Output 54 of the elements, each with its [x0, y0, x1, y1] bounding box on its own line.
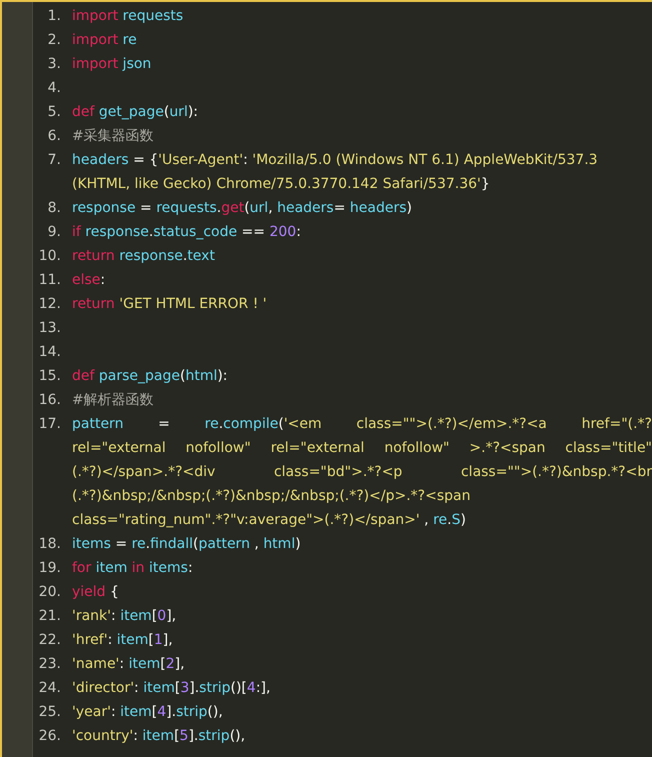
code-line: return 'GET HTML ERROR ! '	[72, 295, 267, 314]
code-line: import json	[72, 55, 152, 74]
line-number: 10.	[38, 247, 61, 266]
code-line: (.*?)</span>.*?<div class="bd">.*?<p class="">(.*?)&nbsp.*?<br	[72, 463, 652, 482]
line-number: 9.	[48, 223, 61, 242]
code-line: 'name': item[2],	[72, 655, 185, 674]
code-line: for item in items:	[72, 559, 193, 578]
line-number: 2.	[48, 31, 61, 50]
line-number: 21.	[38, 607, 61, 626]
line-number: 25.	[38, 703, 61, 722]
line-number: 22.	[38, 631, 61, 650]
code-line: 'director': item[3].strip()[4:],	[72, 679, 270, 698]
code-line: #解析器函数	[72, 391, 154, 410]
code-line: rel="external nofollow" rel="external nofollow" >.*?<span class="title"	[72, 439, 652, 458]
code-line: pattern = re.compile('<em class="">(.*?)</em>.*?<a href="(.*?	[72, 415, 652, 434]
code-line: items = re.findall(pattern , html)	[72, 535, 301, 554]
line-number: 15.	[38, 367, 61, 386]
code-line: import requests	[72, 7, 184, 26]
line-number: 17.	[38, 415, 61, 434]
line-number: 4.	[48, 79, 61, 98]
line-number: 6.	[48, 127, 61, 146]
code-line: if response.status_code == 200:	[72, 223, 301, 242]
line-number: 11.	[38, 271, 61, 290]
code-line: return response.text	[72, 247, 215, 266]
line-number: 7.	[48, 151, 61, 170]
line-number: 1.	[48, 7, 61, 26]
code-line: import re	[72, 31, 137, 50]
line-number: 13.	[38, 319, 61, 338]
line-number: 26.	[38, 727, 61, 746]
code-line: (.*?)&nbsp;/&nbsp;(.*?)&nbsp;/&nbsp;(.*?)</p>.*?<span	[72, 487, 470, 506]
line-number: 24.	[38, 679, 61, 698]
code-line: headers = {'User-Agent': 'Mozilla/5.0 (Windows NT 6.1) AppleWebKit/537.3	[72, 151, 598, 170]
line-number: 23.	[38, 655, 61, 674]
code-line: (KHTML, like Gecko) Chrome/75.0.3770.142 Safari/537.36'}	[72, 175, 490, 194]
line-number: 8.	[48, 199, 61, 218]
line-number: 5.	[48, 103, 61, 122]
code-line: response = requests.get(url, headers= headers)	[72, 199, 412, 218]
code-line: class="rating_num".*?"v:average">(.*?)</span>' , re.S)	[72, 511, 466, 530]
code-line: yield {	[72, 583, 119, 602]
code-line: 'year': item[4].strip(),	[72, 703, 223, 722]
line-number: 14.	[38, 343, 61, 362]
line-number: 12.	[38, 295, 61, 314]
code-line: def get_page(url):	[72, 103, 198, 122]
line-number: 20.	[38, 583, 61, 602]
line-number: 16.	[38, 391, 61, 410]
line-number: 19.	[38, 559, 61, 578]
line-number: 18.	[38, 535, 61, 554]
code-line: 'country': item[5].strip(),	[72, 727, 246, 746]
code-line: 'rank': item[0],	[72, 607, 176, 626]
line-number: 3.	[48, 55, 61, 74]
code-line: else:	[72, 271, 106, 290]
code-line: #采集器函数	[72, 127, 154, 146]
code-line: def parse_page(html):	[72, 367, 228, 386]
code-line: 'href': item[1],	[72, 631, 173, 650]
